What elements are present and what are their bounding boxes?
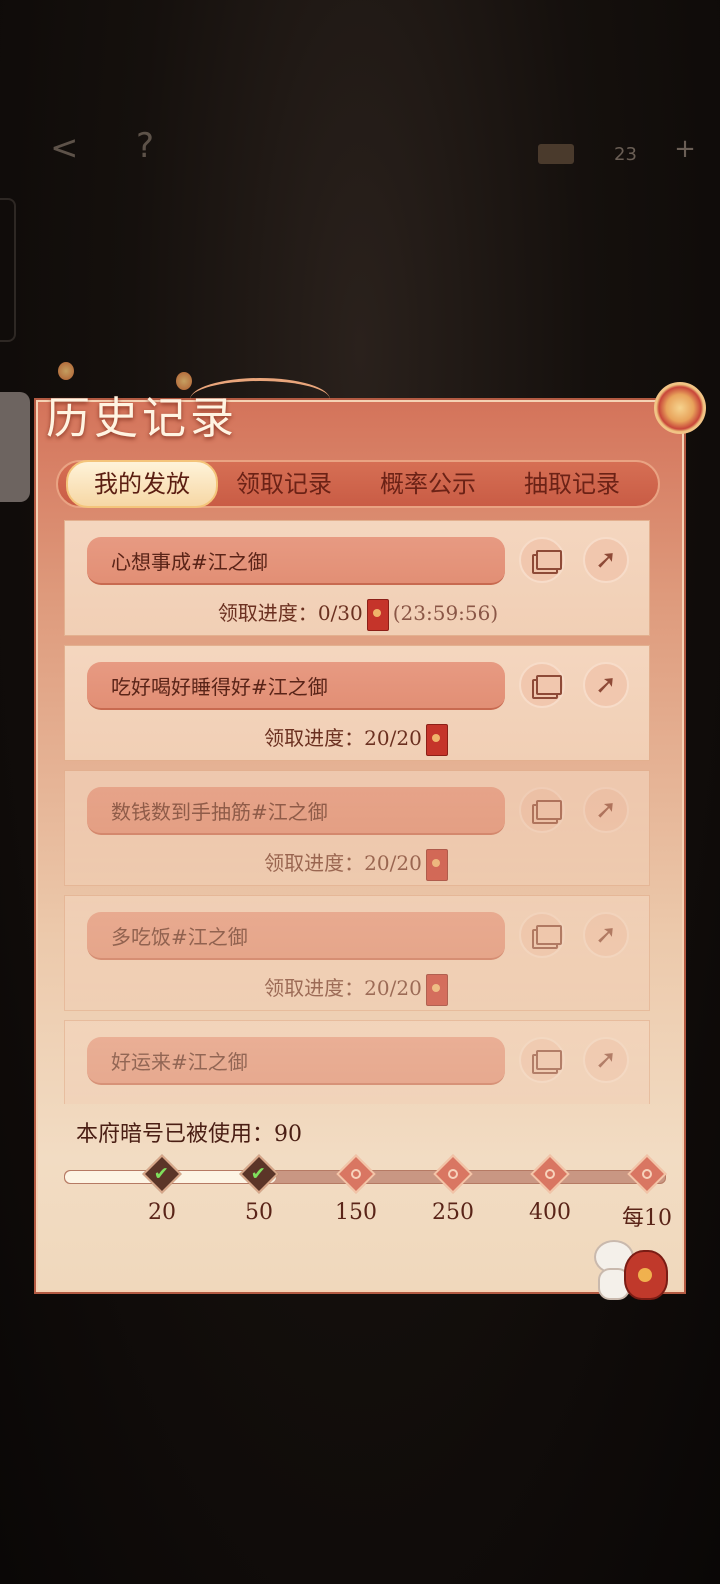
- share-button[interactable]: ➚: [583, 662, 629, 708]
- milestone-label: 每10: [622, 1206, 672, 1231]
- top-bar: < ? 23 +: [0, 120, 720, 180]
- claim-progress: 领取进度：0/30 (23:59:56): [65, 597, 650, 631]
- emblem-icon: [654, 382, 706, 434]
- tab-my-distribution[interactable]: 我的发放: [66, 460, 218, 508]
- record-name: 多吃饭#江之御: [111, 925, 248, 949]
- copy-icon-front: [536, 675, 562, 695]
- copy-button[interactable]: [519, 1037, 565, 1083]
- red-packet-icon: [425, 723, 448, 756]
- progress-label: 领取进度：: [264, 726, 365, 750]
- milestone-label: 400: [529, 1200, 571, 1225]
- lucky-bag-icon[interactable]: [624, 1250, 668, 1300]
- record-name: 吃好喝好睡得好#江之御: [111, 675, 328, 699]
- tab-bar: 我的发放 领取记录 概率公示 抽取记录: [56, 460, 660, 508]
- check-icon: ✔: [250, 1163, 266, 1185]
- share-button[interactable]: ➚: [583, 1037, 629, 1083]
- claim-progress: 领取进度：20/20: [65, 972, 650, 1006]
- milestone-label: 50: [245, 1200, 273, 1225]
- progress-label: 领取进度：: [264, 976, 365, 1000]
- copy-icon-front: [536, 925, 562, 945]
- copy-button[interactable]: [519, 537, 565, 583]
- check-icon: ✔: [153, 1163, 169, 1185]
- share-icon: ➚: [595, 920, 617, 950]
- share-icon: ➚: [595, 795, 617, 825]
- record-card: 多吃饭#江之御 ➚ 领取进度：20/20: [64, 895, 650, 1011]
- progress-value: 20/20: [364, 976, 422, 1000]
- reward-icon: [639, 1166, 655, 1182]
- tab-probability[interactable]: 概率公示: [358, 462, 498, 506]
- record-card: 好运来#江之御 ➚: [64, 1020, 650, 1104]
- record-list[interactable]: 心想事成#江之御 ➚ 领取进度：0/30 (23:59:56) 吃好喝好睡得好#江…: [64, 520, 650, 1104]
- copy-button[interactable]: [519, 662, 565, 708]
- milestone-label: 20: [148, 1200, 176, 1225]
- record-name-field: 多吃饭#江之御: [87, 912, 505, 960]
- panel-title: 历史记录: [46, 393, 238, 444]
- share-button[interactable]: ➚: [583, 912, 629, 958]
- share-icon: ➚: [595, 670, 617, 700]
- record-name-field: 好运来#江之御: [87, 1037, 505, 1085]
- milestone-label: 150: [335, 1200, 377, 1225]
- record-card: 吃好喝好睡得好#江之御 ➚ 领取进度：20/20: [64, 645, 650, 761]
- copy-button[interactable]: [519, 912, 565, 958]
- milestone-label: 250: [432, 1200, 474, 1225]
- progress-label: 领取进度：: [264, 851, 365, 875]
- progress-value: 0/30: [317, 601, 363, 625]
- share-button[interactable]: ➚: [583, 537, 629, 583]
- add-coins-button[interactable]: +: [670, 134, 700, 164]
- record-name-field: 吃好喝好睡得好#江之御: [87, 662, 505, 710]
- countdown-timer: (23:59:56): [392, 601, 499, 625]
- record-name-field: 心想事成#江之御: [87, 537, 505, 585]
- reward-icon: [542, 1166, 558, 1182]
- record-name: 数钱数到手抽筋#江之御: [111, 800, 328, 824]
- reward-icon: [445, 1166, 461, 1182]
- reward-icon: [348, 1166, 364, 1182]
- progress-value: 20/20: [364, 726, 422, 750]
- share-icon: ➚: [595, 1045, 617, 1075]
- record-card: 数钱数到手抽筋#江之御 ➚ 领取进度：20/20: [64, 770, 650, 886]
- usage-count-label: 本府暗号已被使用：90: [76, 1122, 302, 1147]
- red-packet-icon: [366, 598, 389, 631]
- tab-draw-records[interactable]: 抽取记录: [502, 462, 642, 506]
- red-packet-icon: [425, 973, 448, 1006]
- share-button[interactable]: ➚: [583, 787, 629, 833]
- lantern-decoration: [58, 362, 74, 380]
- back-arrow-icon[interactable]: <: [50, 128, 79, 168]
- copy-icon-front: [536, 550, 562, 570]
- claim-progress: 领取进度：20/20: [65, 722, 650, 756]
- share-icon: ➚: [595, 545, 617, 575]
- copy-icon-front: [536, 800, 562, 820]
- progress-value: 20/20: [364, 851, 422, 875]
- progress-label: 领取进度：: [217, 601, 318, 625]
- record-name: 心想事成#江之御: [111, 550, 268, 574]
- record-name-field: 数钱数到手抽筋#江之御: [87, 787, 505, 835]
- coins-count: 23: [614, 144, 637, 165]
- coins-icon: [538, 144, 574, 164]
- side-tab[interactable]: [0, 392, 30, 502]
- claim-progress: 领取进度：20/20: [65, 847, 650, 881]
- record-name: 好运来#江之御: [111, 1050, 248, 1074]
- copy-icon-front: [536, 1050, 562, 1070]
- help-icon[interactable]: ?: [136, 126, 154, 166]
- tab-claim-records[interactable]: 领取记录: [214, 462, 354, 506]
- copy-button[interactable]: [519, 787, 565, 833]
- red-packet-icon: [425, 848, 448, 881]
- record-card: 心想事成#江之御 ➚ 领取进度：0/30 (23:59:56): [64, 520, 650, 636]
- side-panel-edge: [0, 198, 16, 342]
